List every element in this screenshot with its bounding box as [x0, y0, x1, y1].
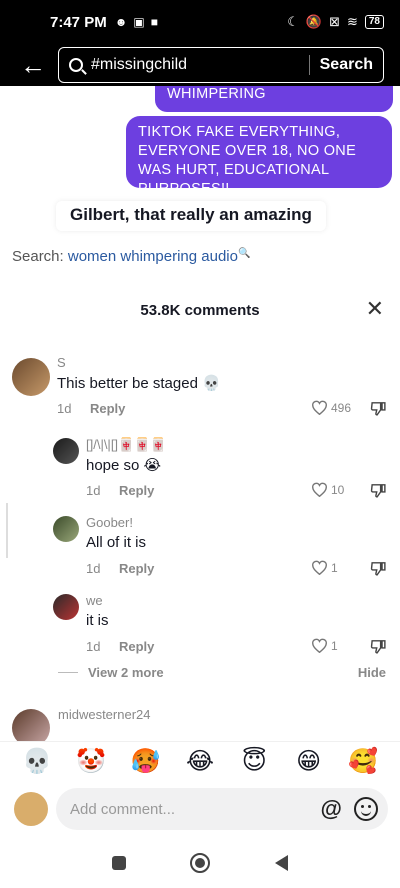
comment-text: it is: [86, 612, 109, 629]
hide-replies-button[interactable]: Hide: [358, 665, 386, 680]
comment-text: This better be staged 💀: [57, 375, 221, 392]
emoji-picker-icon[interactable]: [354, 797, 378, 821]
avatar[interactable]: [12, 358, 50, 396]
reply-button[interactable]: Reply: [90, 401, 125, 416]
status-time: 7:47 PM: [50, 13, 107, 31]
like-button[interactable]: 10: [311, 482, 344, 497]
avatar[interactable]: [53, 516, 79, 542]
search-divider: [308, 55, 310, 75]
heart-icon: [311, 482, 328, 497]
heart-icon: [311, 638, 328, 653]
comment-date: 1d: [57, 401, 72, 416]
search-header: ← #missingchild Search: [0, 44, 400, 86]
sim-icon: ⊠: [329, 14, 340, 29]
emoji-skull[interactable]: 💀: [22, 747, 52, 776]
comments-panel: 53.8K comments ✕ S This better be staged…: [0, 291, 400, 747]
home-icon[interactable]: [190, 853, 211, 873]
video-preview[interactable]: WHIMPERING TIKTOK FAKE EVERYTHING, EVERY…: [0, 86, 400, 291]
mute-icon: 🔕: [305, 14, 323, 29]
dislike-icon[interactable]: [370, 400, 387, 417]
emoji-hot-face[interactable]: 🥵: [131, 747, 161, 776]
incognito-icon: ☻: [114, 15, 128, 29]
video-icon: ■: [150, 15, 158, 29]
video-text-bubble: TIKTOK FAKE EVERYTHING, EVERYONE OVER 18…: [126, 116, 392, 197]
tiktok-notification-icon: ▣: [133, 15, 145, 29]
thread-line: [6, 503, 8, 558]
comment-username[interactable]: midwesterner24: [58, 707, 151, 722]
search-button[interactable]: Search: [320, 56, 373, 74]
like-count: 10: [331, 482, 345, 497]
comment-username[interactable]: S: [57, 355, 66, 370]
back-icon[interactable]: [274, 855, 288, 871]
comments-header: 53.8K comments ✕: [0, 291, 400, 329]
user-avatar[interactable]: [14, 792, 48, 826]
reply-button[interactable]: Reply: [119, 561, 154, 576]
search-icon: 🔍: [237, 248, 251, 259]
system-nav-bar: [0, 838, 400, 888]
mention-icon[interactable]: @: [321, 796, 342, 822]
comment-input-placeholder[interactable]: Add comment...: [70, 801, 321, 818]
emoji-grin[interactable]: 😁: [294, 747, 324, 776]
like-button[interactable]: 1: [311, 560, 338, 575]
comment-username[interactable]: we: [86, 593, 103, 608]
comment-date: 1d: [86, 561, 101, 576]
back-arrow-icon[interactable]: ←: [20, 52, 46, 78]
emoji-laughing[interactable]: 😂: [185, 747, 215, 776]
moon-icon: ☾: [287, 14, 299, 29]
like-button[interactable]: 1: [311, 638, 338, 653]
avatar[interactable]: [53, 594, 79, 620]
comment-date: 1d: [86, 639, 101, 654]
dislike-icon[interactable]: [370, 560, 387, 577]
search-query[interactable]: #missingchild: [91, 56, 299, 74]
dislike-icon[interactable]: [370, 482, 387, 499]
reply-button[interactable]: Reply: [119, 639, 154, 654]
comments-count: 53.8K comments: [140, 301, 260, 319]
comment-username[interactable]: []/\|\|[]🀄🀄🀄: [86, 437, 167, 453]
search-suggestion[interactable]: Search: women whimpering audio🔍: [12, 248, 250, 265]
search-icon: [69, 58, 83, 72]
search-input[interactable]: #missingchild Search: [58, 47, 384, 83]
emoji-clown[interactable]: 🤡: [76, 747, 106, 776]
emoji-hearts[interactable]: 🥰: [348, 747, 378, 776]
wifi-icon: ≋: [346, 14, 358, 29]
video-caption: Gilbert, that really an amazing: [56, 201, 326, 231]
comment-input-row: Add comment... @: [0, 783, 400, 835]
like-count: 1: [331, 560, 338, 575]
close-icon[interactable]: ✕: [366, 298, 384, 320]
comment-input[interactable]: Add comment... @: [56, 788, 388, 830]
comment-date: 1d: [86, 483, 101, 498]
emoji-quick-bar: 💀 🤡 🥵 😂 😇 😁 🥰: [0, 741, 400, 781]
reply-button[interactable]: Reply: [119, 483, 154, 498]
comment-text: All of it is: [86, 534, 147, 551]
avatar[interactable]: [53, 438, 79, 464]
status-bar: 7:47 PM ☻ ▣ ■ ☾ 🔕 ⊠ ≋ 78: [0, 0, 400, 44]
emoji-halo[interactable]: 😇: [239, 747, 269, 776]
comment-text: hope so 😭: [86, 457, 162, 474]
battery-icon: 78: [364, 15, 384, 29]
view-more-line: [58, 672, 78, 673]
search-suggestion-term[interactable]: women whimpering audio: [68, 248, 238, 265]
like-button[interactable]: 496: [311, 400, 351, 415]
search-suggestion-prefix: Search:: [12, 248, 64, 265]
video-text-bubble-top: WHIMPERING: [155, 86, 393, 112]
view-more-replies-button[interactable]: View 2 more: [88, 665, 164, 680]
heart-icon: [311, 400, 328, 415]
notification-icons: ☻ ▣ ■: [115, 15, 158, 29]
like-count: 496: [331, 400, 352, 415]
dislike-icon[interactable]: [370, 638, 387, 655]
status-right: ☾ 🔕 ⊠ ≋ 78: [287, 14, 384, 30]
heart-icon: [311, 560, 328, 575]
comment-username[interactable]: Goober!: [86, 515, 133, 530]
like-count: 1: [331, 638, 338, 653]
recent-apps-icon[interactable]: [112, 856, 127, 870]
